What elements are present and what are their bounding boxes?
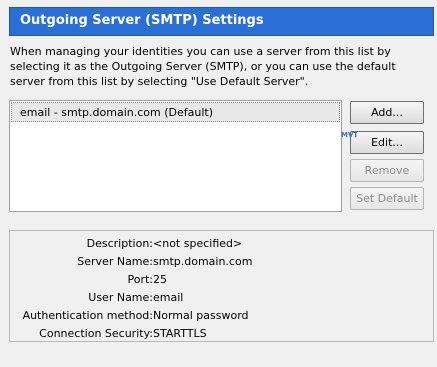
detail-label: Server Name:	[77, 255, 153, 268]
detail-value: email	[153, 291, 184, 304]
detail-label: Port:	[127, 273, 153, 286]
set-default-button[interactable]: Set Default	[350, 187, 424, 210]
header-bar: Outgoing Server (SMTP) Settings	[9, 7, 434, 36]
detail-value: 25	[153, 273, 167, 286]
detail-value: smtp.domain.com	[153, 255, 253, 268]
server-details-panel: Description: <not specified> Server Name…	[9, 230, 434, 342]
remove-button[interactable]: Remove	[350, 159, 424, 182]
smtp-settings-page: Outgoing Server (SMTP) Settings When man…	[0, 0, 437, 367]
edit-button[interactable]: Edit...	[350, 131, 424, 154]
detail-value: STARTTLS	[153, 327, 207, 340]
add-button[interactable]: Add...	[350, 101, 424, 124]
description-text: When managing your identities you can us…	[10, 45, 396, 88]
server-list[interactable]: email - smtp.domain.com (Default)	[9, 100, 342, 212]
detail-label: Description:	[86, 237, 153, 250]
watermark-logo-icon: MVTE	[341, 131, 357, 138]
detail-label: Connection Security:	[39, 327, 153, 340]
server-item-label: email - smtp.domain.com (Default)	[20, 106, 213, 119]
detail-value: <not specified>	[153, 237, 243, 250]
detail-row-auth-method: Authentication method: Normal password	[10, 307, 433, 325]
detail-row-server-name: Server Name: smtp.domain.com	[10, 253, 433, 271]
detail-row-user-name: User Name: email	[10, 289, 433, 307]
detail-row-description: Description: <not specified>	[10, 235, 433, 253]
detail-label: Authentication method:	[22, 309, 153, 322]
page-title: Outgoing Server (SMTP) Settings	[20, 13, 264, 28]
detail-label: User Name:	[88, 291, 153, 304]
svg-text:MVTE: MVTE	[341, 131, 357, 138]
detail-row-port: Port: 25	[10, 271, 433, 289]
detail-row-connection-security: Connection Security: STARTTLS	[10, 325, 433, 343]
list-item[interactable]: email - smtp.domain.com (Default)	[11, 102, 340, 122]
detail-value: Normal password	[153, 309, 249, 322]
